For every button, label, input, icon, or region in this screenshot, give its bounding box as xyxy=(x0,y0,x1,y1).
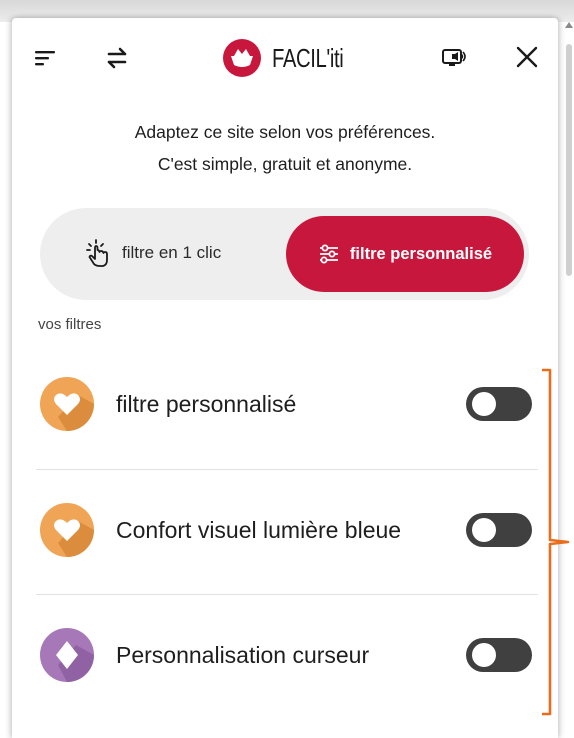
brand-name: FACIL'iti xyxy=(272,42,344,73)
sliders-icon xyxy=(319,244,338,264)
faciliti-logo: FACIL'iti xyxy=(222,38,364,78)
swap-button[interactable] xyxy=(103,45,131,71)
close-button[interactable] xyxy=(513,43,541,71)
row-divider xyxy=(36,594,538,595)
filter-label: Confort visuel lumière bleue xyxy=(116,517,402,543)
close-icon xyxy=(516,46,538,68)
filter-toggle[interactable] xyxy=(466,638,532,672)
intro-line-1: Adaptez ce site selon vos préférences. xyxy=(134,122,436,142)
intro-text: Adaptez ce site selon vos préférences. C… xyxy=(12,116,558,180)
toggle-knob xyxy=(472,392,496,416)
row-divider xyxy=(36,469,538,470)
filter-toggle[interactable] xyxy=(466,387,532,421)
diamond-icon xyxy=(40,628,94,682)
screen-reader-icon xyxy=(442,49,466,66)
filter-label: filtre personnalisé xyxy=(116,391,297,417)
heart-icon xyxy=(40,377,94,431)
screen-reader-button[interactable] xyxy=(440,45,470,71)
scrollbar-thumb[interactable] xyxy=(566,44,572,276)
custom-filter-option[interactable]: filtre personnalisé xyxy=(286,216,524,292)
hand-click-icon xyxy=(86,239,108,267)
swap-icon xyxy=(107,47,127,69)
filter-row: Personnalisation curseur xyxy=(36,615,538,695)
filter-row: Confort visuel lumière bleue xyxy=(36,490,538,570)
filter-mode-switch: filtre en 1 clic filtre personnalisé xyxy=(40,208,529,300)
filter-label: Personnalisation curseur xyxy=(116,642,370,668)
custom-filter-label: filtre personnalisé xyxy=(349,244,493,263)
menu-icon xyxy=(35,51,55,66)
filter-row: filtre personnalisé xyxy=(36,364,538,444)
toggle-knob xyxy=(472,518,496,542)
scroll-up-arrow-icon[interactable] xyxy=(565,22,573,28)
filters-section-label: vos filtres xyxy=(38,316,102,333)
orange-bracket-annotation xyxy=(542,368,570,716)
intro-line-2: C'est simple, gratuit et anonyme. xyxy=(157,154,413,174)
toggle-knob xyxy=(472,643,496,667)
one-click-filter-label: filtre en 1 clic xyxy=(122,243,222,262)
heart-icon xyxy=(40,503,94,557)
filter-toggle[interactable] xyxy=(466,513,532,547)
one-click-filter-option[interactable]: filtre en 1 clic xyxy=(84,238,221,268)
faciliti-logo-icon xyxy=(223,39,261,77)
menu-button[interactable] xyxy=(34,46,58,70)
